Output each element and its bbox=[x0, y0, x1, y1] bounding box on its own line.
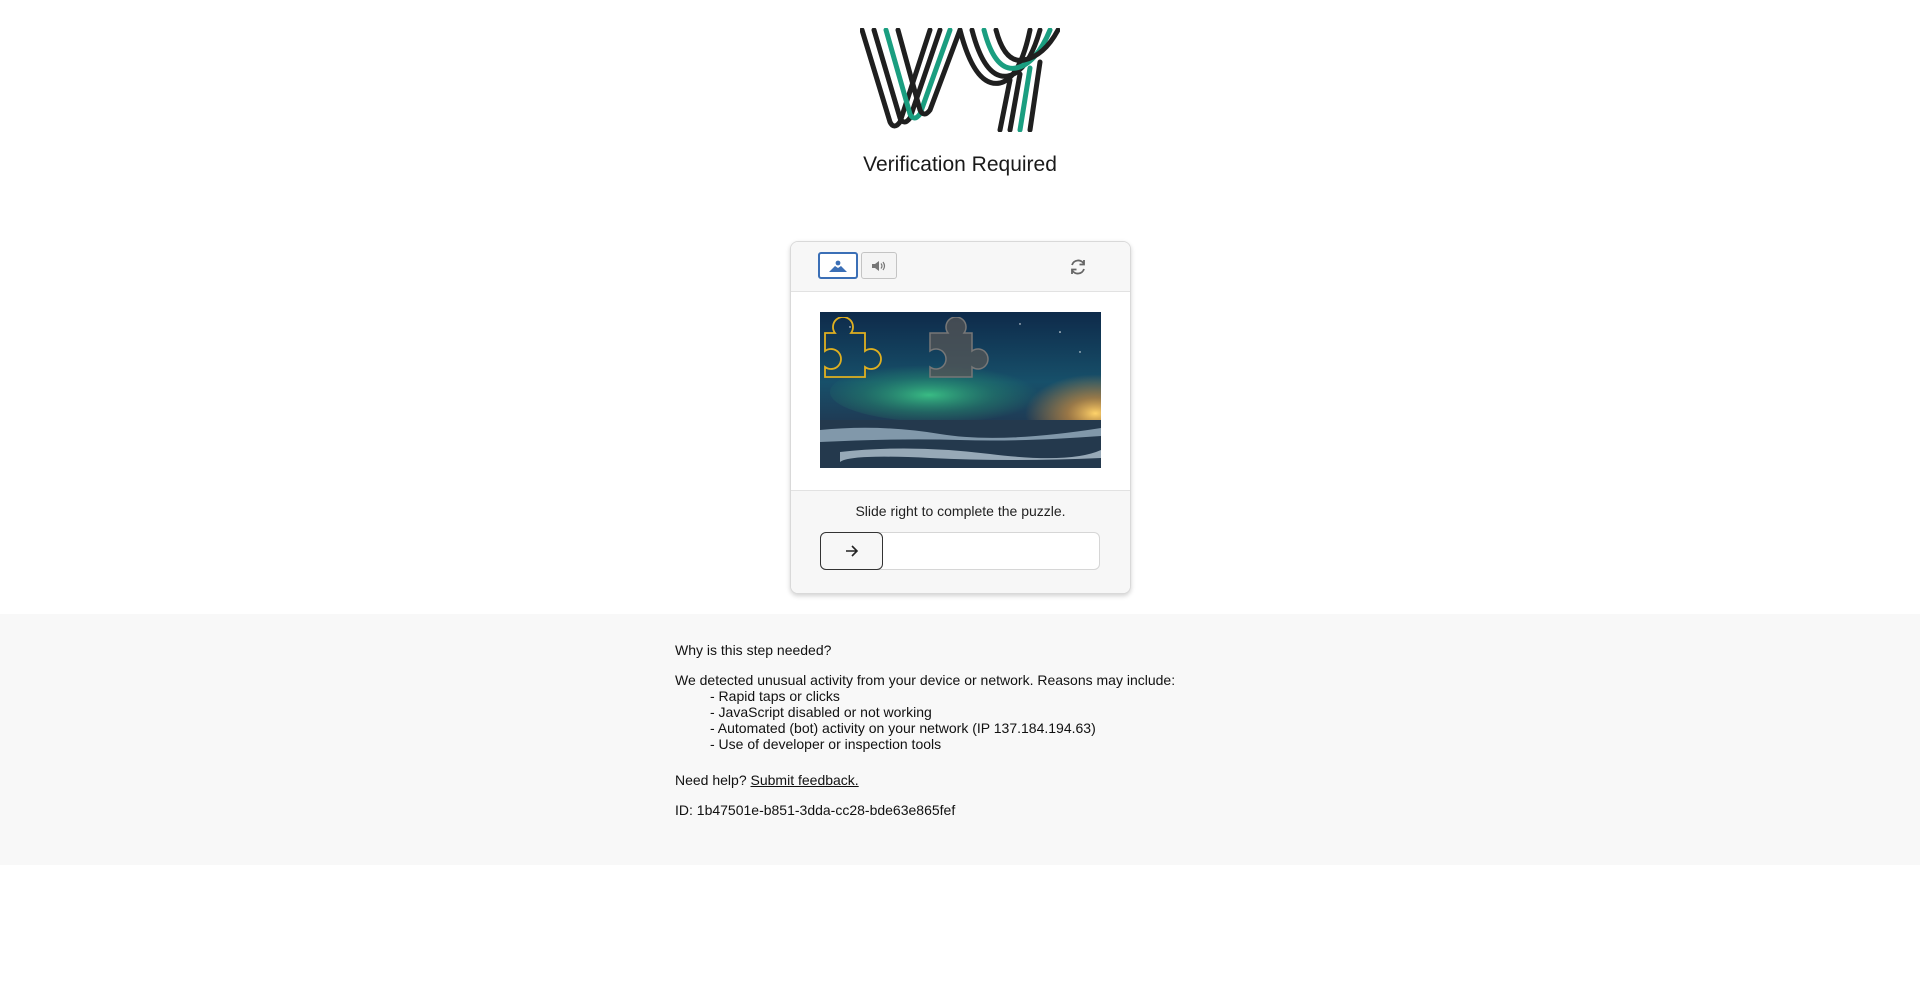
reason-item: - JavaScript disabled or not working bbox=[710, 704, 932, 720]
page-title: Verification Required bbox=[863, 153, 1057, 176]
info-question: Why is this step needed? bbox=[675, 642, 832, 658]
submit-feedback-link[interactable]: Submit feedback. bbox=[751, 772, 859, 788]
reasons-list: - Rapid taps or clicks - JavaScript disa… bbox=[675, 688, 1175, 752]
info-intro: We detected unusual activity from your d… bbox=[675, 672, 1176, 688]
puzzle-area bbox=[791, 292, 1130, 491]
audio-mode-button[interactable] bbox=[861, 252, 897, 279]
help-line: Need help? Submit feedback. bbox=[675, 772, 1175, 788]
vy-logo-icon bbox=[859, 27, 1061, 133]
reason-item: - Rapid taps or clicks bbox=[710, 688, 840, 704]
slider-section: Slide right to complete the puzzle. bbox=[791, 491, 1130, 593]
image-mode-button[interactable] bbox=[818, 252, 858, 279]
refresh-icon bbox=[1071, 259, 1085, 275]
image-icon bbox=[829, 260, 847, 272]
puzzle-image bbox=[820, 312, 1101, 468]
slider-handle[interactable] bbox=[820, 532, 883, 570]
arrow-right-icon bbox=[845, 545, 858, 557]
puzzle-slot bbox=[929, 317, 989, 378]
slider-instruction: Slide right to complete the puzzle. bbox=[855, 503, 1066, 519]
captcha-toolbar bbox=[791, 242, 1130, 292]
reason-item: - Use of developer or inspection tools bbox=[710, 736, 942, 752]
help-prefix: Need help? bbox=[675, 772, 747, 788]
info-section: Why is this step needed? We detected unu… bbox=[0, 614, 1920, 865]
audio-icon bbox=[872, 260, 886, 271]
puzzle-piece-icon[interactable] bbox=[821, 317, 885, 381]
captcha-card: Slide right to complete the puzzle. bbox=[790, 241, 1131, 594]
refresh-button[interactable] bbox=[1067, 256, 1089, 278]
reason-item: - Automated (bot) activity on your netwo… bbox=[710, 720, 1096, 736]
request-id: ID: 1b47501e-b851-3dda-cc28-bde63e865fef bbox=[675, 802, 956, 818]
